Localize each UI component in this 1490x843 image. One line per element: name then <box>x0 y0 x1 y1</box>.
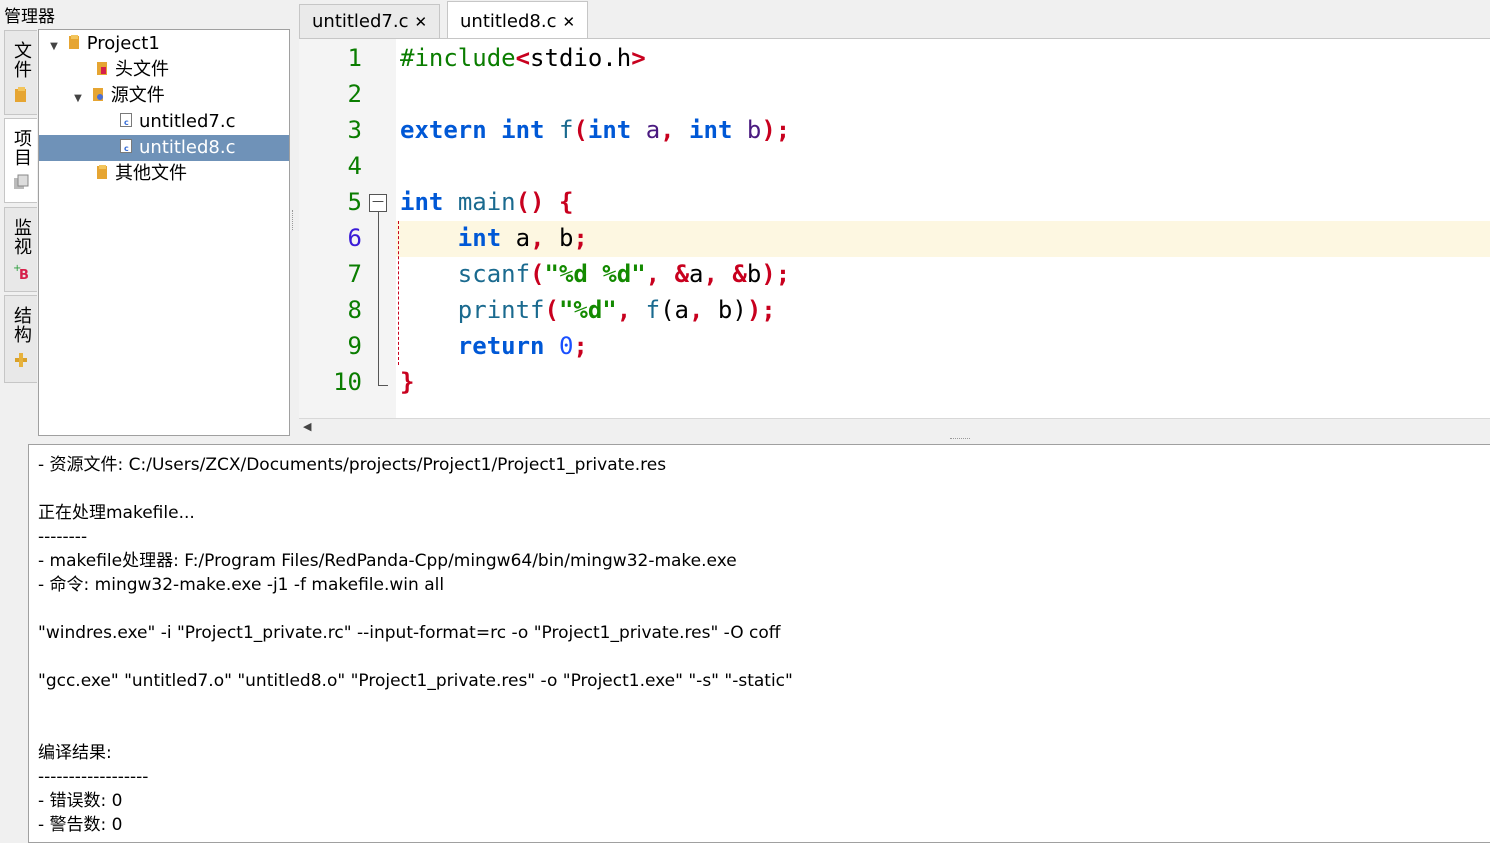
close-icon[interactable]: ✕ <box>563 13 576 31</box>
log-line: - makefile处理器: F:/Program Files/RedPanda… <box>38 551 737 571</box>
side-tab-structure[interactable]: 结构 <box>4 295 37 383</box>
c-file-icon: c <box>120 113 132 127</box>
code-line-8: printf("%d", f(a, b)); <box>457 296 776 324</box>
source-folder-icon <box>92 88 103 101</box>
code-line-1: #include<stdio.h> <box>400 44 646 72</box>
log-line: 编译结果: <box>38 743 112 763</box>
code-line-6: int a, b; <box>457 224 588 252</box>
c-file-icon: c <box>120 139 132 153</box>
log-line: - 资源文件: C:/Users/ZCX/Documents/projects/… <box>38 455 667 475</box>
side-tab-label: 项目 <box>11 129 32 167</box>
expand-arrow-icon[interactable]: ▼ <box>47 34 61 60</box>
splitter-handle-vertical[interactable] <box>292 210 295 230</box>
tab-untitled8[interactable]: untitled8.c ✕ <box>447 1 589 39</box>
log-line: - 错误数: 0 <box>38 791 123 811</box>
side-tab-label: 监视 <box>11 218 32 256</box>
line-number: 5 <box>347 188 362 216</box>
line-number: 10 <box>333 368 362 396</box>
svg-text:c: c <box>124 118 129 127</box>
side-tab-project[interactable]: 项目 <box>4 118 37 203</box>
line-number: 8 <box>347 296 362 324</box>
tab-label: untitled7.c <box>312 11 409 32</box>
project-icon <box>14 174 29 189</box>
log-line: - 警告数: 0 <box>38 815 123 835</box>
indent-guide <box>398 221 399 365</box>
fold-toggle-icon[interactable]: — <box>369 194 387 212</box>
folder-icon <box>68 35 79 49</box>
header-folder-icon <box>97 62 107 75</box>
watch-icon: +B <box>13 263 29 280</box>
side-tab-watch[interactable]: 监视 + B <box>4 207 37 292</box>
tab-untitled7[interactable]: untitled7.c ✕ <box>299 4 441 38</box>
folder-icon <box>15 87 26 102</box>
tree-item-others[interactable]: 其他文件 <box>95 161 187 187</box>
line-number: 7 <box>347 260 362 288</box>
line-number: 2 <box>347 80 362 108</box>
tree-item-label: Project1 <box>86 33 160 54</box>
tree-item-project[interactable]: ▼ Project1 <box>47 31 160 57</box>
manager-title: 管理器 <box>4 7 55 27</box>
structure-icon <box>15 353 27 367</box>
log-line: ------------------ <box>38 767 149 787</box>
tree-item-file-untitled8[interactable]: c untitled8.c <box>39 135 289 161</box>
line-number: 9 <box>347 332 362 360</box>
tree-item-file-untitled7[interactable]: c untitled7.c <box>119 109 236 135</box>
horizontal-scrollbar[interactable]: ◀ <box>299 418 1490 437</box>
fold-line <box>378 212 379 386</box>
line-number: 4 <box>347 152 362 180</box>
expand-arrow-icon[interactable]: ▼ <box>71 86 85 112</box>
code-line-10: } <box>400 368 415 396</box>
log-line: "gcc.exe" "untitled7.o" "untitled8.o" "P… <box>38 671 793 691</box>
splitter-handle[interactable] <box>950 438 970 441</box>
tree-item-label: 源文件 <box>110 85 165 106</box>
line-number: 6 <box>347 224 362 252</box>
code-line-9: return 0; <box>457 332 588 360</box>
line-number-gutter: 1 2 3 4 5 6 7 8 9 10 — <box>299 39 396 419</box>
svg-text:B: B <box>19 268 29 280</box>
code-line-5: int main() { <box>400 188 574 216</box>
tree-item-label: untitled8.c <box>139 137 236 158</box>
code-editor[interactable]: 1 2 3 4 5 6 7 8 9 10 — #include<stdio.h>… <box>299 38 1490 419</box>
log-line: 正在处理makefile... <box>38 503 195 523</box>
side-tab-label: 文件 <box>11 41 32 79</box>
fold-end <box>378 385 388 386</box>
line-number: 3 <box>347 116 362 144</box>
tree-item-label: 其他文件 <box>115 163 187 184</box>
line-number: 1 <box>347 44 362 72</box>
side-tab-label: 结构 <box>11 306 32 344</box>
log-line: -------- <box>38 527 88 547</box>
project-tree[interactable]: ▼ Project1 头文件 ▼ 源文件 c untitled7.c c untit… <box>38 29 290 436</box>
code-line-7: scanf("%d %d", &a, &b); <box>457 260 791 288</box>
folder-icon <box>97 165 107 179</box>
tree-item-headers[interactable]: 头文件 <box>95 57 169 83</box>
log-line: "windres.exe" -i "Project1_private.rc" -… <box>38 623 781 643</box>
side-tab-files[interactable]: 文件 <box>4 30 37 115</box>
log-line: - 命令: mingw32-make.exe -j1 -f makefile.w… <box>38 575 445 595</box>
scroll-left-icon[interactable]: ◀ <box>303 420 311 433</box>
svg-text:c: c <box>124 144 129 153</box>
close-icon[interactable]: ✕ <box>415 13 428 31</box>
code-line-3: extern int f(int a, int b); <box>400 116 791 144</box>
tab-label: untitled8.c <box>460 11 557 32</box>
tree-item-label: 头文件 <box>115 59 169 80</box>
compile-log[interactable]: - 资源文件: C:/Users/ZCX/Documents/projects/… <box>28 444 1490 843</box>
tree-item-label: untitled7.c <box>139 111 236 132</box>
tree-item-sources[interactable]: ▼ 源文件 <box>71 83 165 109</box>
